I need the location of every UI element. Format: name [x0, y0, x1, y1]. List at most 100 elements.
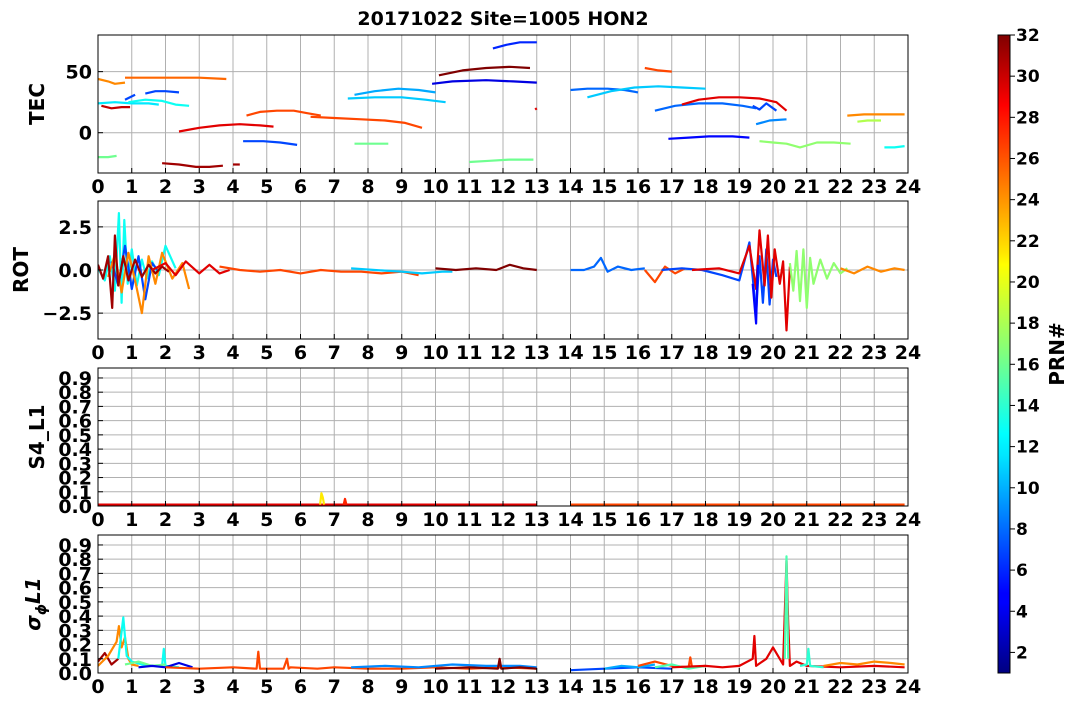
x-tick-label: 8: [361, 342, 374, 364]
series-prn-7: [145, 90, 180, 95]
x-tick-label: 4: [226, 342, 239, 364]
x-tick-label: 17: [659, 676, 685, 698]
y-ticks: 50 0: [66, 62, 103, 145]
x-tick-label: 24: [895, 676, 921, 698]
x-tick-label: 5: [260, 342, 273, 364]
y-tick-label: −2.5: [42, 303, 92, 325]
x-tick-label: 17: [659, 176, 685, 198]
colorbar-tick-label: 8: [1016, 520, 1028, 540]
x-tick-label: 13: [524, 342, 550, 364]
colorbar-label: PRN#: [1045, 322, 1069, 386]
x-tick-label: 5: [260, 509, 273, 531]
x-tick-label: 10: [422, 176, 448, 198]
series-group: [98, 492, 905, 506]
x-tick-label: 24: [895, 342, 921, 364]
series-prn-29: [691, 229, 791, 332]
series-prn-21: [319, 492, 326, 505]
x-tick-label: 7: [328, 676, 341, 698]
series-prn-8: [570, 256, 645, 273]
series-prn-4: [431, 79, 537, 85]
series-group: [98, 41, 905, 168]
x-tick-label: 0: [91, 676, 104, 698]
colorbar: 2468101214161820222426283032 PRN#: [997, 26, 1069, 674]
x-tick-label: 22: [827, 676, 853, 698]
series-prn-13: [117, 616, 180, 669]
x-tick-label: 10: [422, 676, 448, 698]
x-tick-label: 7: [328, 342, 341, 364]
x-tick-label: 3: [193, 676, 206, 698]
x-tick-label: 12: [490, 509, 516, 531]
x-tick-label: 19: [726, 342, 752, 364]
x-tick-label: 24: [895, 509, 921, 531]
y-axis-label: ROT: [9, 247, 33, 293]
colorbar-tick-label: 6: [1016, 561, 1028, 581]
x-tick-label: 21: [794, 676, 820, 698]
x-tick-label: 19: [726, 176, 752, 198]
x-tick-label: 3: [193, 342, 206, 364]
x-tick-label: 12: [490, 176, 516, 198]
x-tick-label: 6: [294, 176, 307, 198]
grid: [97, 368, 909, 507]
x-tick-label: 0: [91, 176, 104, 198]
series-prn-7: [124, 93, 136, 101]
series-prn-24: [98, 77, 126, 85]
x-tick-label: 4: [226, 509, 239, 531]
x-tick-label: 14: [557, 176, 583, 198]
x-tick-label: 16: [625, 509, 651, 531]
x-tick-label: 10: [422, 509, 448, 531]
colorbar-tick-label: 12: [1016, 438, 1040, 458]
series-prn-14: [799, 647, 824, 669]
x-tick-label: 16: [625, 676, 651, 698]
x-tick-label: 1: [125, 509, 138, 531]
colorbar-tick-label: 32: [1016, 26, 1040, 46]
x-tick-label: 16: [625, 342, 651, 364]
series-prn-10: [354, 87, 436, 96]
y-tick-label: 0.9: [58, 535, 92, 557]
x-tick-label: 17: [659, 342, 685, 364]
x-tick-label: 20: [760, 676, 786, 698]
y-tick-label: 2.5: [58, 217, 92, 239]
colorbar-ticks: 2468101214161820222426283032: [1010, 26, 1040, 663]
x-tick-label: 13: [524, 509, 550, 531]
x-tick-label: 8: [361, 676, 374, 698]
grid: [97, 35, 909, 173]
colorbar-tick-label: 2: [1016, 643, 1028, 663]
series-prn-11: [347, 96, 446, 104]
colorbar-gradient: [997, 34, 1011, 674]
x-tick-label: 18: [692, 509, 718, 531]
series-prn-32: [438, 65, 531, 77]
x-tick-label: 2: [159, 176, 172, 198]
series-prn-15: [783, 555, 790, 659]
x-tick-label: 13: [524, 176, 550, 198]
x-tick-label: 21: [794, 176, 820, 198]
x-tick-label: 5: [260, 176, 273, 198]
series-prn-32: [435, 263, 537, 272]
x-tick-label: 21: [794, 509, 820, 531]
x-tick-label: 11: [456, 676, 482, 698]
panel-2: 0 1 2 3 4 5 6 7 8 9 10 11 12 13 14 15 16 17 18 19 20 21 22 23 24…: [25, 367, 921, 531]
colorbar-tick-label: 28: [1016, 108, 1040, 128]
x-tick-label: 16: [625, 176, 651, 198]
x-tick-label: 12: [490, 676, 516, 698]
x-tick-label: 18: [692, 342, 718, 364]
x-tick-label: 9: [395, 342, 408, 364]
x-tick-label: 2: [159, 676, 172, 698]
x-tick-label: 3: [193, 176, 206, 198]
series-prn-7: [243, 140, 298, 146]
series-prn-6: [492, 41, 537, 50]
x-tick-label: 23: [861, 176, 887, 198]
y-tick-label: 50: [66, 62, 92, 84]
x-tick-label: 15: [591, 342, 617, 364]
x-tick-label: 3: [193, 509, 206, 531]
x-tick-label: 23: [861, 342, 887, 364]
x-tick-label: 23: [861, 509, 887, 531]
x-tick-label: 14: [557, 676, 583, 698]
series-prn-26: [310, 115, 423, 129]
x-tick-label: 9: [395, 676, 408, 698]
x-tick-label: 13: [524, 676, 550, 698]
y-axis-label: σϕL1: [21, 577, 50, 630]
y-tick-label: 0.9: [58, 368, 92, 390]
series-prn-29: [178, 123, 274, 133]
x-tick-label: 6: [294, 509, 307, 531]
y-tick-label: 0: [79, 123, 92, 145]
